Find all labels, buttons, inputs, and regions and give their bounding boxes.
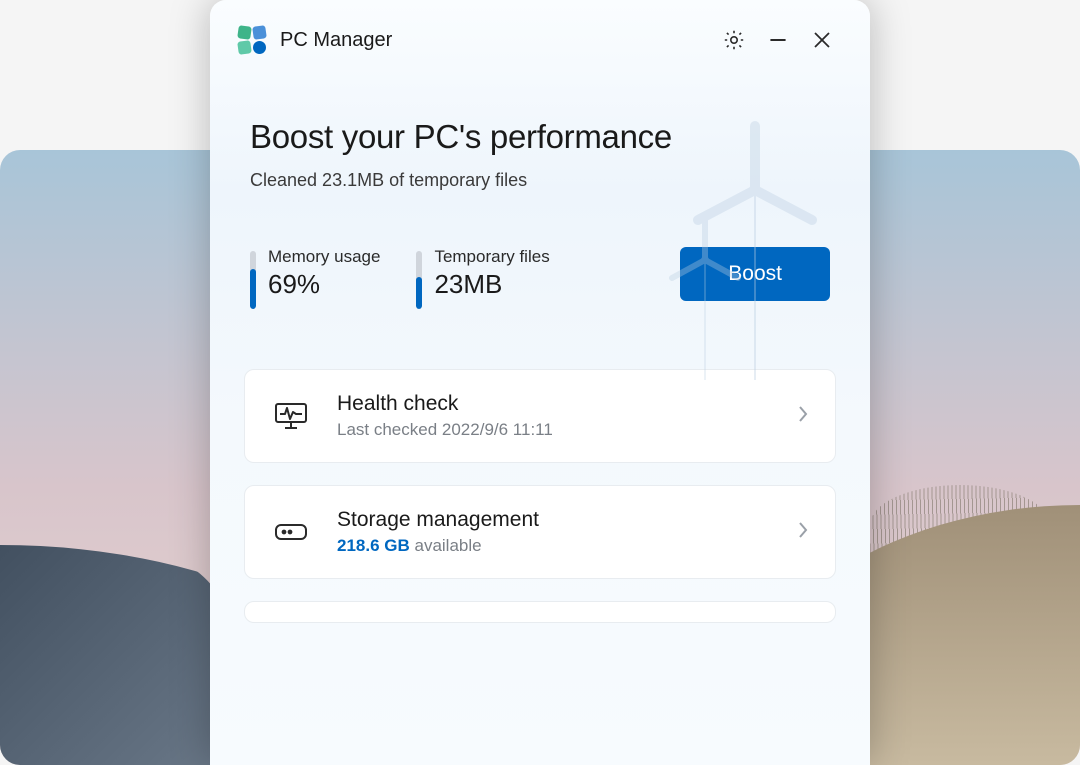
close-icon (810, 28, 834, 52)
hero-section: Boost your PC's performance Cleaned 23.1… (210, 70, 870, 309)
wallpaper-dune-left (0, 545, 230, 765)
storage-management-card[interactable]: Storage management 218.6 GB available (244, 485, 836, 579)
health-check-card[interactable]: Health check Last checked 2022/9/6 11:11 (244, 369, 836, 463)
health-check-subtitle: Last checked 2022/9/6 11:11 (337, 420, 771, 440)
storage-available-value: 218.6 GB (337, 536, 410, 555)
titlebar: PC Manager (210, 0, 870, 70)
hero-subtitle: Cleaned 23.1MB of temporary files (250, 170, 830, 191)
pc-manager-window: PC Manager Boo (210, 0, 870, 765)
memory-usage-bar-fill (250, 269, 256, 309)
app-title: PC Manager (280, 29, 392, 52)
memory-usage-value: 69% (268, 269, 380, 300)
memory-usage-metric: Memory usage 69% (250, 247, 380, 309)
partial-card[interactable] (244, 601, 836, 623)
minimize-button[interactable] (756, 22, 800, 58)
chevron-right-icon (797, 520, 809, 545)
memory-usage-label: Memory usage (268, 247, 380, 267)
temp-files-value: 23MB (434, 269, 549, 300)
temp-files-bar-fill (416, 277, 422, 309)
storage-available-suffix: available (410, 536, 482, 555)
storage-management-subtitle: 218.6 GB available (337, 536, 771, 556)
health-check-title: Health check (337, 392, 771, 416)
metrics-row: Memory usage 69% Temporary files 23MB Bo… (250, 247, 830, 309)
temp-files-metric: Temporary files 23MB (416, 247, 549, 309)
boost-button[interactable]: Boost (680, 247, 830, 301)
temp-files-label: Temporary files (434, 247, 549, 267)
hero-title: Boost your PC's performance (250, 118, 830, 156)
temp-files-bar (416, 251, 422, 309)
close-button[interactable] (800, 22, 844, 58)
health-monitor-icon (271, 396, 311, 436)
storage-drive-icon (271, 512, 311, 552)
storage-management-title: Storage management (337, 508, 771, 532)
settings-button[interactable] (712, 22, 756, 58)
cards-list: Health check Last checked 2022/9/6 11:11… (210, 309, 870, 623)
memory-usage-bar (250, 251, 256, 309)
gear-icon (722, 28, 746, 52)
pc-manager-logo-icon (238, 26, 266, 54)
minimize-icon (765, 27, 791, 53)
chevron-right-icon (797, 404, 809, 429)
